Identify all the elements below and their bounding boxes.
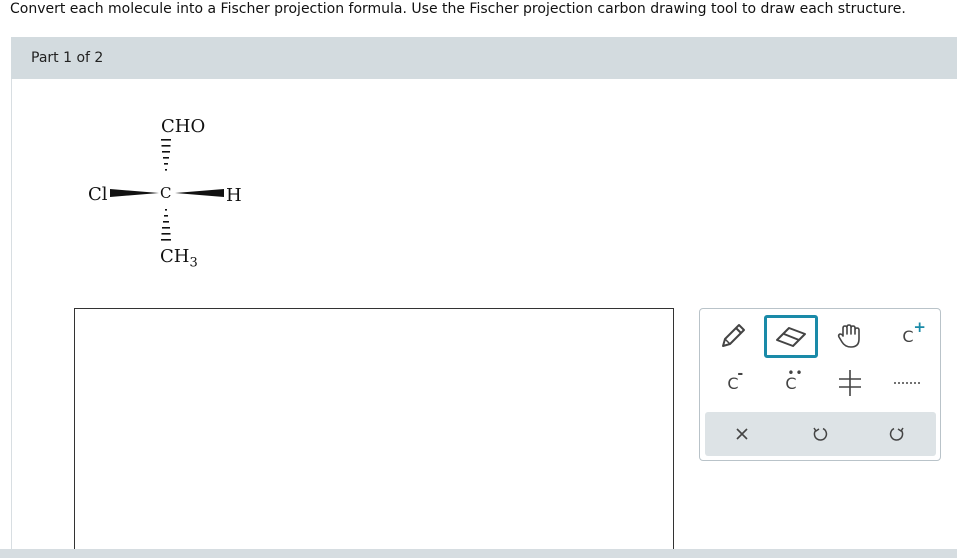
dotted-bond-icon bbox=[894, 382, 922, 384]
molecule-structure: CHO C Cl H CH3 bbox=[80, 108, 242, 278]
carbanion-icon: C- bbox=[727, 366, 743, 393]
eraser-icon bbox=[776, 326, 806, 347]
redo-icon bbox=[889, 427, 904, 441]
instructions-text: Convert each molecule into a Fischer pro… bbox=[10, 1, 906, 17]
carbon-lone-pair-icon: C •• bbox=[785, 366, 802, 393]
undo-button[interactable] bbox=[800, 414, 840, 454]
hash-bond-bottom bbox=[161, 209, 171, 241]
drawing-canvas[interactable] bbox=[74, 308, 674, 558]
pencil-icon bbox=[722, 324, 745, 347]
dotted-bond-tool-button[interactable] bbox=[883, 363, 933, 403]
redo-button[interactable] bbox=[877, 414, 917, 454]
carbocation-icon: C + bbox=[902, 318, 926, 346]
eraser-tool-button[interactable] bbox=[764, 315, 818, 358]
wedge-bond-right bbox=[175, 189, 224, 197]
action-bar bbox=[705, 412, 936, 456]
carbanion-charge: - bbox=[737, 365, 744, 382]
carbocation-tool-button[interactable]: C + bbox=[883, 316, 933, 356]
part-label: Part 1 of 2 bbox=[31, 50, 104, 66]
carbon-lone-pair-tool-button[interactable]: C •• bbox=[766, 363, 816, 403]
hand-tool-button[interactable] bbox=[825, 316, 875, 356]
wedge-bond-left bbox=[110, 189, 159, 197]
hash-bond-top bbox=[161, 139, 171, 171]
carbocation-label: C bbox=[902, 326, 914, 346]
lone-pair-dots: •• bbox=[787, 365, 804, 380]
clear-button[interactable] bbox=[722, 414, 762, 454]
hand-icon bbox=[837, 324, 860, 348]
fischer-cross-icon bbox=[839, 370, 861, 396]
molecule-bonds bbox=[110, 139, 224, 241]
pencil-tool-button[interactable] bbox=[708, 316, 758, 356]
fischer-cross-tool-button[interactable] bbox=[825, 363, 875, 403]
carbocation-charge: + bbox=[913, 317, 926, 336]
undo-icon bbox=[813, 427, 828, 441]
close-icon bbox=[736, 428, 748, 440]
footer-bar bbox=[0, 549, 957, 558]
tool-panel: C + C- C •• bbox=[699, 308, 941, 461]
carbanion-tool-button[interactable]: C- bbox=[708, 363, 758, 403]
part-header: Part 1 of 2 bbox=[11, 37, 957, 79]
